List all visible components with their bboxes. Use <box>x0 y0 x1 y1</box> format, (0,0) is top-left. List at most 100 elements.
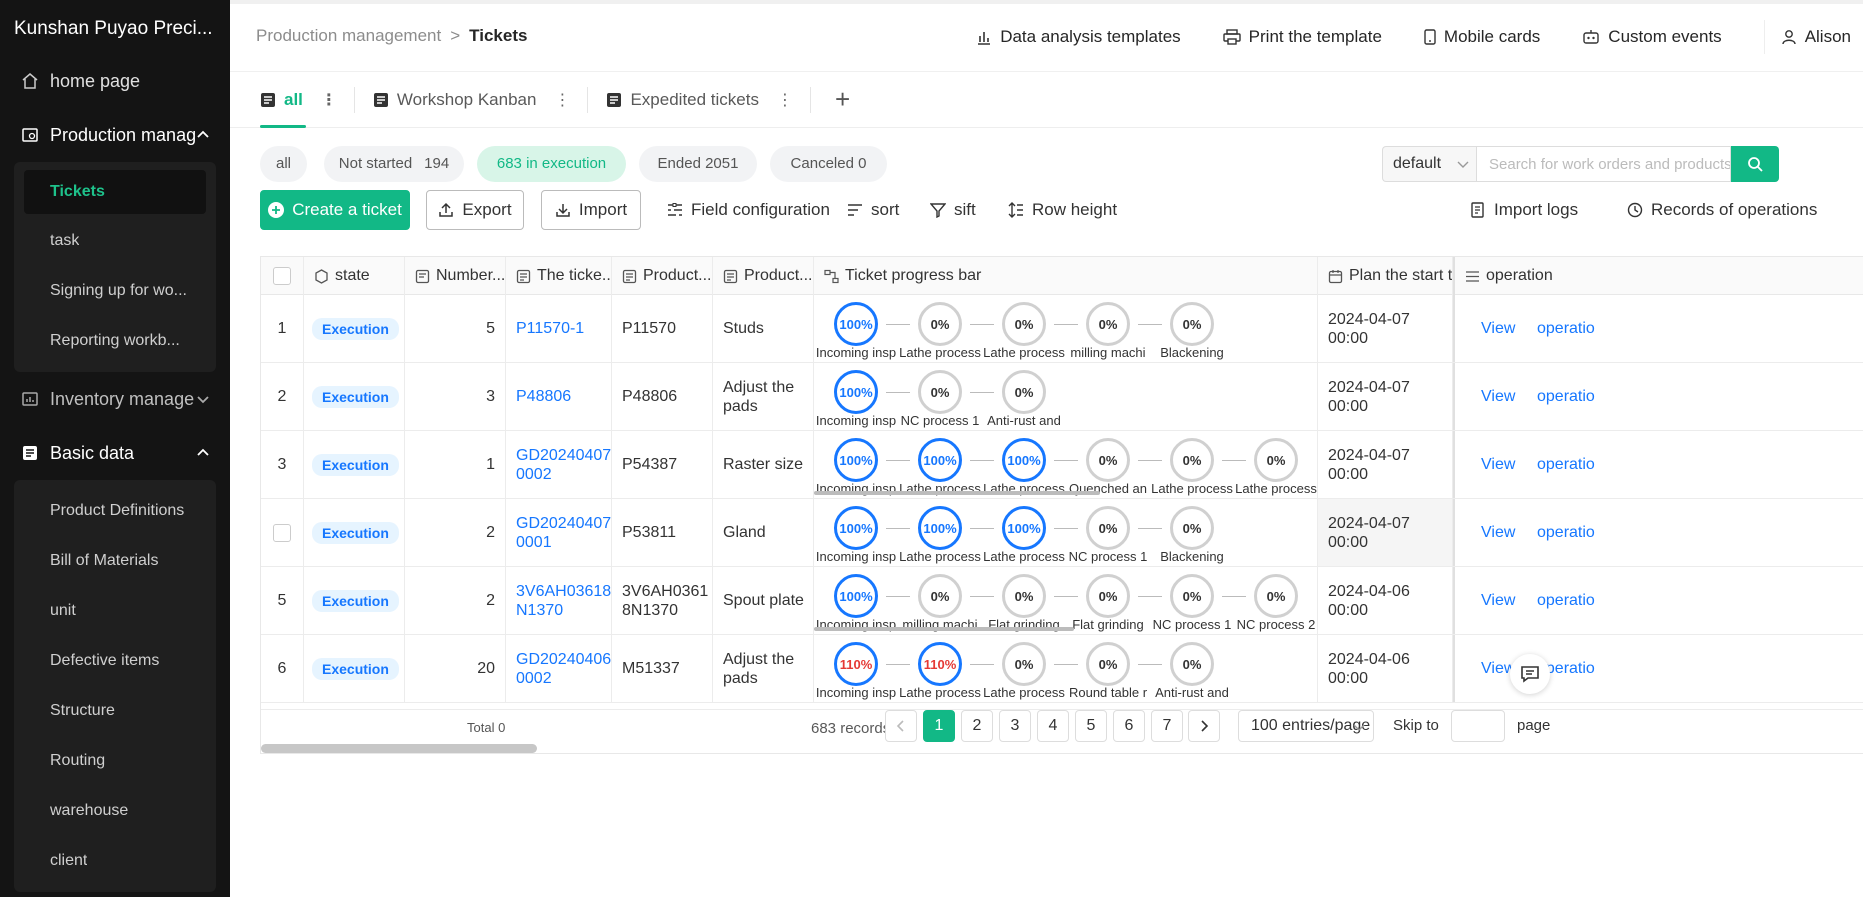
sidebar-item-client[interactable]: client <box>14 836 216 886</box>
tab-workshop-kanban[interactable]: Workshop Kanban ⋮ <box>373 72 588 128</box>
data-analysis-templates-button[interactable]: Data analysis templates <box>976 27 1181 47</box>
column-number[interactable]: Number... <box>405 257 506 295</box>
records-of-operations-button[interactable]: Records of operations <box>1627 190 1817 230</box>
table-row[interactable]: 1 Execution 5 P11570-1 P11570 Studs 100% Incomi… <box>261 295 1863 363</box>
sift-button[interactable]: sift <box>930 190 976 230</box>
sidebar-item-bill-of-materials[interactable]: Bill of Materials <box>14 536 216 586</box>
operation-link[interactable]: operatio <box>1537 320 1595 338</box>
filter-canceled[interactable]: Canceled 0 <box>770 146 887 182</box>
tab-menu-icon[interactable]: ⋮ <box>321 90 337 110</box>
skip-to-input[interactable] <box>1451 710 1505 742</box>
chat-button[interactable] <box>1510 654 1550 694</box>
tab-menu-icon[interactable]: ⋮ <box>777 90 793 110</box>
field-configuration-button[interactable]: Field configuration <box>667 190 830 230</box>
table-row[interactable]: Execution 2 GD20240407 0001 P53811 Gland 100%… <box>261 499 1863 567</box>
export-button[interactable]: Export <box>426 190 524 230</box>
sidebar-item-tickets[interactable]: Tickets <box>24 170 206 214</box>
sidebar-item-task[interactable]: task <box>14 216 216 266</box>
page-3-button[interactable]: 3 <box>999 710 1031 742</box>
page-5-button[interactable]: 5 <box>1075 710 1107 742</box>
user-menu[interactable]: Alison <box>1763 20 1851 54</box>
view-link[interactable]: View <box>1481 320 1515 338</box>
tab-all[interactable]: all ⋮ <box>260 72 354 128</box>
page-4-button[interactable]: 4 <box>1037 710 1069 742</box>
view-link[interactable]: View <box>1481 592 1515 610</box>
column-state[interactable]: state <box>304 257 405 295</box>
filter-all[interactable]: all <box>260 146 307 182</box>
nav-basic-data[interactable]: Basic data <box>0 426 230 480</box>
nav-production[interactable]: Production manag <box>0 108 230 162</box>
select-all-checkbox[interactable] <box>273 267 291 285</box>
page-7-button[interactable]: 7 <box>1151 710 1183 742</box>
column-progress[interactable]: Ticket progress bar <box>814 257 1318 295</box>
progress-scrollbar[interactable] <box>814 491 1100 495</box>
operation-link[interactable]: operatio <box>1537 592 1595 610</box>
table-row[interactable]: 3 Execution 1 GD20240407 0002 P54387 Raster s… <box>261 431 1863 499</box>
table-row[interactable]: 6 Execution 20 GD20240406 0002 M51337 Adjust … <box>261 635 1863 703</box>
print-template-button[interactable]: Print the template <box>1222 27 1382 47</box>
page-6-button[interactable]: 6 <box>1113 710 1145 742</box>
ticket-cell[interactable]: P11570-1 <box>506 295 612 362</box>
ticket-cell[interactable]: GD20240406 0002 <box>506 635 612 702</box>
nav-inventory[interactable]: Inventory manage <box>0 372 230 426</box>
next-page-button[interactable] <box>1188 710 1220 742</box>
view-link[interactable]: View <box>1481 456 1515 474</box>
row-checkbox[interactable] <box>273 523 291 542</box>
search-button[interactable] <box>1731 146 1779 182</box>
ticket-link[interactable]: 3V6AH03618 N1370 <box>516 582 611 620</box>
search-input[interactable] <box>1476 146 1731 182</box>
operation-link[interactable]: operatio <box>1537 388 1595 406</box>
mobile-cards-button[interactable]: Mobile cards <box>1424 27 1540 47</box>
nav-home[interactable]: home page <box>0 54 230 108</box>
sidebar-item-warehouse[interactable]: warehouse <box>14 786 216 836</box>
ticket-cell[interactable]: 3V6AH03618 N1370 <box>506 567 612 634</box>
ticket-link[interactable]: GD20240407 0002 <box>516 446 611 484</box>
plan-start-value: 2024-04-06 00:00 <box>1328 582 1410 619</box>
operation-link[interactable]: operatio <box>1537 524 1595 542</box>
column-product-code[interactable]: Product... <box>612 257 713 295</box>
create-ticket-button[interactable]: Create a ticket <box>260 190 410 230</box>
sidebar-item-unit[interactable]: unit <box>14 586 216 636</box>
page-size-select[interactable]: 100 entries/page <box>1238 710 1374 742</box>
ticket-link[interactable]: P48806 <box>516 387 571 406</box>
filter-not-started[interactable]: Not started 194 <box>324 146 464 182</box>
breadcrumb-parent[interactable]: Production management <box>256 26 441 45</box>
ticket-link[interactable]: GD20240407 0001 <box>516 514 611 552</box>
ticket-cell[interactable]: GD20240407 0001 <box>506 499 612 566</box>
page-1-button[interactable]: 1 <box>923 710 955 742</box>
progress-scrollbar[interactable] <box>814 627 1074 631</box>
sort-button[interactable]: sort <box>847 190 899 230</box>
sidebar-item-product-definitions[interactable]: Product Definitions <box>14 486 216 536</box>
column-ticket[interactable]: The ticke... <box>506 257 612 295</box>
filter-ended[interactable]: Ended 2051 <box>639 146 757 182</box>
sidebar-item-signing-up[interactable]: Signing up for wo... <box>14 266 216 316</box>
import-button[interactable]: Import <box>541 190 641 230</box>
table-row[interactable]: 2 Execution 3 P48806 P48806 Adjust the pads 10… <box>261 363 1863 431</box>
row-height-button[interactable]: Row height <box>1008 190 1117 230</box>
add-tab-button[interactable]: + <box>835 84 850 115</box>
ticket-cell[interactable]: P48806 <box>506 363 612 430</box>
view-link[interactable]: View <box>1481 524 1515 542</box>
progress-cell: 100% Incoming insp 0% Lathe process 0% Lathe … <box>814 295 1318 362</box>
table-row[interactable]: 5 Execution 2 3V6AH03618 N1370 3V6AH0361 8N1… <box>261 567 1863 635</box>
filter-in-execution[interactable]: 683 in execution <box>477 146 626 182</box>
import-logs-button[interactable]: Import logs <box>1470 190 1578 230</box>
page-2-button[interactable]: 2 <box>961 710 993 742</box>
prev-page-button[interactable] <box>885 710 917 742</box>
sidebar-item-structure[interactable]: Structure <box>14 686 216 736</box>
sidebar-item-defective-items[interactable]: Defective items <box>14 636 216 686</box>
column-operation[interactable]: operation <box>1453 257 1863 295</box>
ticket-link[interactable]: GD20240406 0002 <box>516 650 611 688</box>
tab-expedited-tickets[interactable]: Expedited tickets ⋮ <box>606 72 810 128</box>
view-link[interactable]: View <box>1481 388 1515 406</box>
column-product-name[interactable]: Product... <box>713 257 814 295</box>
tab-menu-icon[interactable]: ⋮ <box>554 90 570 110</box>
sidebar-item-reporting[interactable]: Reporting workb... <box>14 316 216 366</box>
sidebar-item-routing[interactable]: Routing <box>14 736 216 786</box>
column-plan-start[interactable]: Plan the start ti <box>1318 257 1453 295</box>
operation-link[interactable]: operatio <box>1537 456 1595 474</box>
custom-events-button[interactable]: Custom events <box>1582 27 1722 47</box>
ticket-cell[interactable]: GD20240407 0002 <box>506 431 612 498</box>
view-select[interactable]: default <box>1382 146 1477 182</box>
ticket-link[interactable]: P11570-1 <box>516 319 584 338</box>
